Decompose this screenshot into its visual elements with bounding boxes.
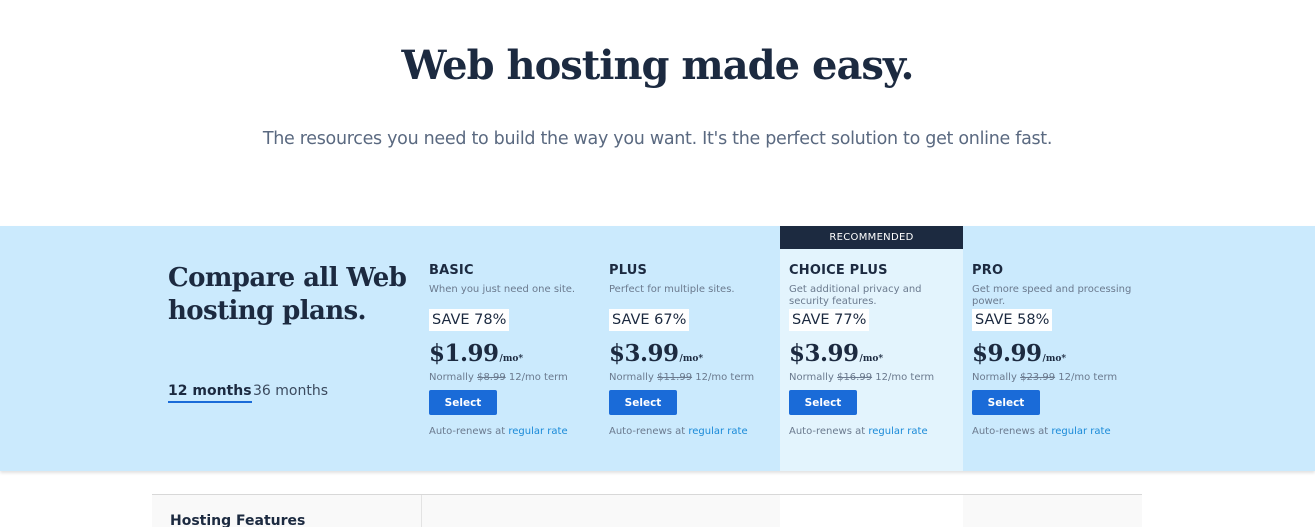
normally-label: Normally — [789, 372, 834, 383]
price-period: /mo* — [859, 354, 884, 364]
original-price: $23.99 — [1020, 372, 1056, 383]
price-period: /mo* — [679, 354, 704, 364]
term-label: 12/mo term — [875, 372, 935, 383]
plan-card-choice-plus: CHOICE PLUS Get additional privacy and s… — [780, 226, 963, 471]
regular-rate-link[interactable]: regular rate — [1051, 426, 1110, 437]
price-period: /mo* — [499, 354, 524, 364]
plan-name: BASIC — [429, 263, 474, 278]
page-subtitle: The resources you need to build the way … — [262, 129, 1053, 149]
features-label-cell: Hosting Features — [152, 495, 422, 527]
features-cell-basic-plus — [422, 495, 780, 527]
plan-description: Get additional privacy and security feat… — [789, 284, 922, 307]
save-badge: SAVE 77% — [789, 309, 870, 331]
renew-text: Auto-renews at regular rate — [789, 426, 959, 437]
plan-card-plus: PLUS Perfect for multiple sites. SAVE 67… — [600, 226, 783, 471]
page-title: Web hosting made easy. — [401, 42, 915, 89]
renew-text: Auto-renews at regular rate — [972, 426, 1142, 437]
plan-name: PRO — [972, 263, 1004, 278]
plan-price: $1.99 — [429, 340, 499, 367]
save-badge: SAVE 78% — [429, 309, 510, 331]
normally-label: Normally — [609, 372, 654, 383]
plan-name: PLUS — [609, 263, 648, 278]
plan-price: $9.99 — [972, 340, 1042, 367]
renew-label: Auto-renews at — [609, 426, 686, 437]
recommended-badge: RECOMMENDED — [780, 226, 963, 249]
renew-text: Auto-renews at regular rate — [609, 426, 779, 437]
renew-label: Auto-renews at — [789, 426, 866, 437]
regular-rate-link[interactable]: regular rate — [868, 426, 927, 437]
price-row: $1.99 /mo* — [429, 340, 599, 370]
select-pro-button[interactable]: Select — [972, 390, 1040, 415]
normally-label: Normally — [972, 372, 1017, 383]
price-row: $3.99 /mo* — [609, 340, 779, 370]
plan-price: $3.99 — [609, 340, 679, 367]
features-table: Hosting Features — [152, 494, 1142, 527]
plan-card-basic: BASIC When you just need one site. SAVE … — [420, 226, 603, 471]
term-tab-36-months[interactable]: 36 months — [253, 383, 328, 401]
plan-name: CHOICE PLUS — [789, 263, 888, 278]
normal-price-text: Normally $11.99 12/mo term — [609, 372, 779, 383]
regular-rate-link[interactable]: regular rate — [688, 426, 747, 437]
normally-label: Normally — [429, 372, 474, 383]
price-period: /mo* — [1042, 354, 1067, 364]
compare-plans-title: Compare all Web hosting plans. — [168, 263, 407, 326]
normal-price-text: Normally $23.99 12/mo term — [972, 372, 1142, 383]
term-tab-12-months[interactable]: 12 months — [168, 383, 252, 403]
original-price: $16.99 — [837, 372, 873, 383]
price-row: $9.99 /mo* — [972, 340, 1142, 370]
term-label: 12/mo term — [1058, 372, 1118, 383]
plan-description: Perfect for multiple sites. — [609, 284, 735, 295]
original-price: $11.99 — [657, 372, 693, 383]
original-price: $8.99 — [477, 372, 506, 383]
hosting-features-heading: Hosting Features — [170, 513, 306, 527]
price-row: $3.99 /mo* — [789, 340, 959, 370]
plan-description: When you just need one site. — [429, 284, 576, 295]
normal-price-text: Normally $16.99 12/mo term — [789, 372, 959, 383]
renew-label: Auto-renews at — [429, 426, 506, 437]
plan-description: Get more speed and processing power. — [972, 284, 1132, 307]
select-basic-button[interactable]: Select — [429, 390, 497, 415]
save-badge: SAVE 67% — [609, 309, 690, 331]
term-label: 12/mo term — [508, 372, 568, 383]
plan-card-pro: PRO Get more speed and processing power.… — [963, 226, 1146, 471]
renew-text: Auto-renews at regular rate — [429, 426, 599, 437]
renew-label: Auto-renews at — [972, 426, 1049, 437]
select-plus-button[interactable]: Select — [609, 390, 677, 415]
features-cell-pro — [963, 495, 1142, 527]
term-label: 12/mo term — [695, 372, 755, 383]
select-choice-plus-button[interactable]: Select — [789, 390, 857, 415]
save-badge: SAVE 58% — [972, 309, 1053, 331]
plan-price: $3.99 — [789, 340, 859, 367]
regular-rate-link[interactable]: regular rate — [508, 426, 567, 437]
features-cell-choice-plus — [780, 495, 963, 527]
normal-price-text: Normally $8.99 12/mo term — [429, 372, 599, 383]
